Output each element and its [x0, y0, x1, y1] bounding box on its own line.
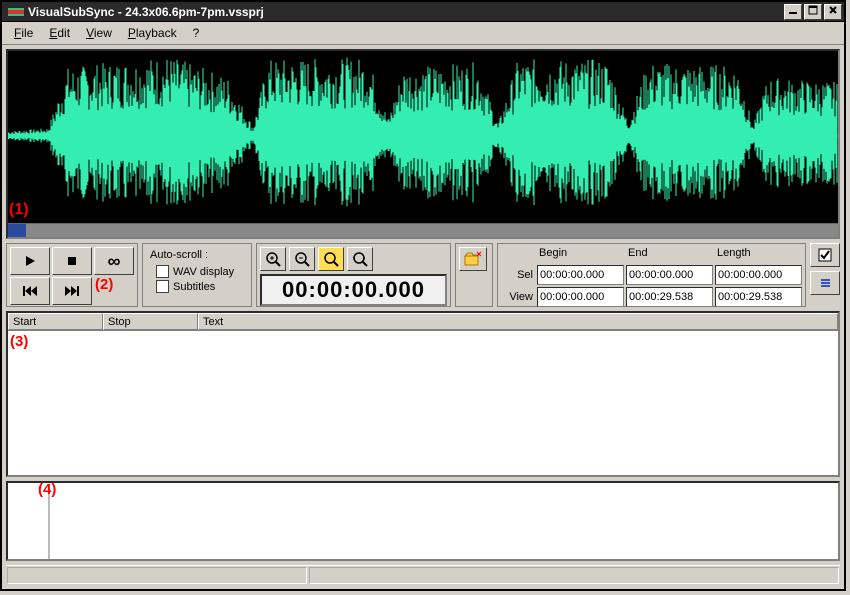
status-cell-2 — [309, 567, 839, 584]
col-stop[interactable]: Stop — [103, 313, 198, 330]
check-options-button[interactable] — [810, 243, 840, 267]
begin-header: Begin — [537, 247, 624, 263]
next-button[interactable] — [52, 277, 92, 305]
length-header: Length — [715, 247, 802, 263]
status-cell-1 — [7, 567, 307, 584]
end-header: End — [626, 247, 713, 263]
loop-button[interactable]: ∞ — [94, 247, 134, 275]
sel-begin-field[interactable]: 00:00:00.000 — [537, 265, 624, 285]
subtitle-grid[interactable]: Start Stop Text (3) — [6, 311, 840, 477]
menu-playback[interactable]: Playback — [120, 24, 185, 42]
sel-length-field[interactable]: 00:00:00.000 — [715, 265, 802, 285]
waveform-scrollbar[interactable] — [8, 223, 838, 237]
statusbar — [6, 565, 840, 585]
playback-panel: ∞ (2) — [6, 243, 138, 307]
marker-3: (3) — [10, 333, 28, 350]
list-options-button[interactable] — [810, 271, 840, 295]
view-row-label: View — [501, 287, 535, 307]
grid-body[interactable]: (3) — [8, 331, 838, 475]
play-button[interactable] — [10, 247, 50, 275]
autoscroll-subs-label: Subtitles — [173, 281, 215, 293]
view-end-field[interactable]: 00:00:29.538 — [626, 287, 713, 307]
window-title: VisualSubSync - 24.3x06.6pm-7pm.vssprj — [28, 5, 782, 19]
autoscroll-subs-checkbox[interactable] — [156, 280, 169, 293]
subtitle-editor[interactable]: (4) — [6, 481, 840, 561]
menu-edit[interactable]: Edit — [41, 24, 78, 42]
titlebar[interactable]: VisualSubSync - 24.3x06.6pm-7pm.vssprj — [2, 2, 844, 22]
close-button[interactable] — [824, 4, 842, 20]
marker-4: (4) — [38, 481, 56, 498]
menu-file-label: ile — [21, 26, 33, 40]
maximize-button[interactable] — [804, 4, 822, 20]
app-icon — [8, 4, 24, 20]
grid-header: Start Stop Text — [8, 313, 838, 331]
zoom-time-panel: 00:00:00.000 — [256, 243, 451, 307]
waveform-svg — [8, 51, 838, 221]
waveform-scrollbar-thumb[interactable] — [8, 224, 26, 237]
prev-button[interactable] — [10, 277, 50, 305]
menubar: File Edit View Playback ? — [2, 22, 844, 45]
view-length-field[interactable]: 00:00:29.538 — [715, 287, 802, 307]
autoscroll-wav-label: WAV display — [173, 266, 234, 278]
menu-help[interactable]: ? — [185, 24, 208, 42]
menu-view[interactable]: View — [78, 24, 120, 42]
zoom-all-button[interactable] — [347, 247, 373, 271]
view-begin-field[interactable]: 00:00:00.000 — [537, 287, 624, 307]
sel-end-field[interactable]: 00:00:00.000 — [626, 265, 713, 285]
time-display: 00:00:00.000 — [260, 274, 447, 306]
sel-row-label: Sel — [501, 265, 535, 285]
stop-button[interactable] — [52, 247, 92, 275]
marker-1: (1) — [9, 201, 29, 219]
autoscroll-heading: Auto-scroll : — [150, 249, 246, 261]
autoscroll-panel: Auto-scroll : WAV display Subtitles — [142, 243, 252, 307]
open-file-button[interactable] — [459, 247, 487, 271]
col-start[interactable]: Start — [8, 313, 103, 330]
open-panel — [455, 243, 493, 307]
minimize-button[interactable] — [784, 4, 802, 20]
zoom-out-button[interactable] — [289, 247, 315, 271]
waveform-display[interactable]: (1) — [6, 49, 840, 239]
col-text[interactable]: Text — [198, 313, 838, 330]
options-buttons — [810, 243, 840, 307]
autoscroll-wav-checkbox[interactable] — [156, 265, 169, 278]
zoom-in-button[interactable] — [260, 247, 286, 271]
menu-file[interactable]: File — [6, 24, 41, 42]
zoom-selection-button[interactable] — [318, 247, 344, 271]
time-info-panel: Begin End Length Sel 00:00:00.000 00:00:… — [497, 243, 806, 307]
